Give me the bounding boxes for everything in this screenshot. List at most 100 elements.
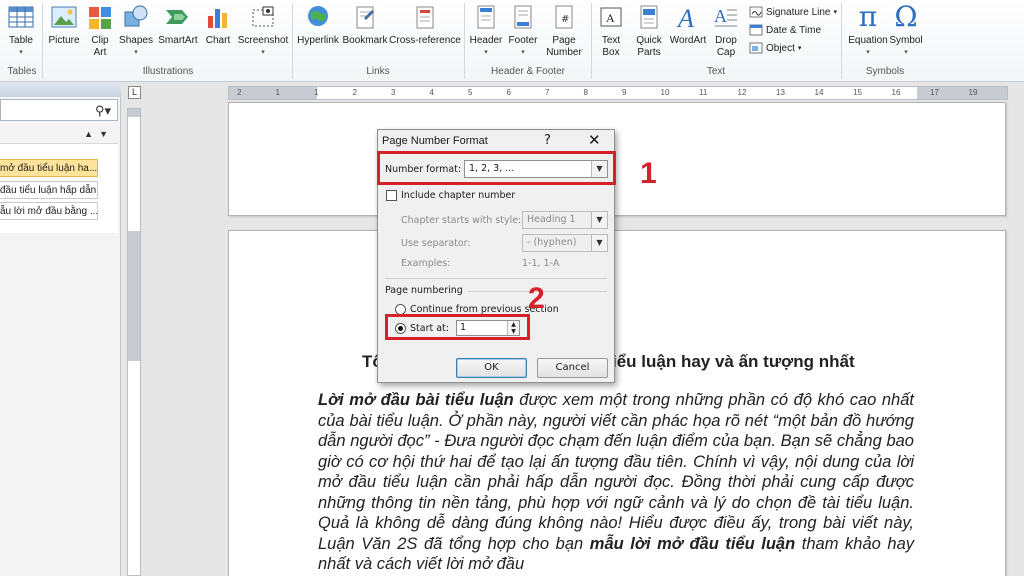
clip-art-button[interactable]: Clip Art bbox=[86, 2, 114, 59]
shapes-button[interactable]: Shapes ▾ bbox=[118, 2, 154, 59]
table-icon bbox=[7, 2, 35, 32]
page-number-button[interactable]: # Page Number bbox=[542, 2, 586, 59]
equation-button[interactable]: π Equation ▾ bbox=[845, 2, 891, 59]
header-footer-group-label: Header & Footer bbox=[491, 66, 565, 77]
document-page[interactable] bbox=[228, 102, 1006, 216]
examples-value: 1-1, 1-A bbox=[522, 258, 560, 269]
nav-heading-item[interactable]: ẫu lời mở đầu bằng ... bbox=[0, 202, 98, 220]
page-number-icon: # bbox=[550, 2, 578, 32]
ruler-number: 10 bbox=[660, 88, 670, 97]
date-time-icon bbox=[749, 24, 763, 36]
bookmark-button[interactable]: Bookmark bbox=[342, 2, 388, 47]
ruler-number: 13 bbox=[776, 88, 785, 97]
dialog-title: Page Number Format bbox=[382, 135, 488, 147]
document-body-paragraph[interactable]: Lời mở đầu bài tiểu luận được xem một tr… bbox=[318, 390, 914, 575]
text-box-icon: A bbox=[597, 2, 625, 32]
ruler-margin-top bbox=[128, 231, 140, 361]
quick-parts-button[interactable]: Quick Parts bbox=[632, 2, 666, 59]
quick-parts-icon bbox=[635, 2, 663, 32]
vertical-ruler[interactable] bbox=[127, 108, 141, 576]
examples-label: Examples: bbox=[401, 258, 451, 269]
page-numbering-label: Page numbering bbox=[385, 285, 463, 296]
ruler-number: 2 bbox=[237, 88, 242, 97]
ruler-number: 11 bbox=[699, 88, 708, 97]
hyperlink-button[interactable]: Hyperlink bbox=[295, 2, 341, 47]
picture-button[interactable]: Picture bbox=[47, 2, 81, 47]
include-chapter-checkbox[interactable] bbox=[386, 190, 397, 201]
clip-art-icon bbox=[86, 2, 114, 32]
smartart-button[interactable]: SmartArt bbox=[157, 2, 199, 47]
text-group-label: Text bbox=[706, 66, 726, 77]
header-button[interactable]: Header ▾ bbox=[468, 2, 504, 59]
navigation-pane-header bbox=[0, 83, 121, 97]
pi-icon: π bbox=[858, 0, 878, 33]
cross-reference-label: Cross-reference bbox=[389, 35, 461, 46]
shapes-icon bbox=[122, 2, 150, 32]
ruler-number: 12 bbox=[737, 88, 747, 97]
signature-line-button[interactable]: Signature Line ▾ bbox=[749, 4, 837, 20]
equation-label: Equation bbox=[848, 35, 888, 46]
help-icon[interactable]: ? bbox=[544, 133, 551, 148]
drop-cap-icon: A bbox=[712, 2, 740, 32]
signature-line-dropdown-icon: ▾ bbox=[833, 9, 838, 16]
symbol-button[interactable]: Ω Symbol ▾ bbox=[886, 2, 926, 59]
symbols-group-label: Symbols bbox=[865, 66, 905, 77]
horizontal-ruler[interactable]: 2 1 1 2 3 4 5 6 7 8 9 10 11 12 13 14 15 16 17 19 bbox=[228, 86, 1008, 100]
separator-value: - (hyphen) bbox=[527, 237, 577, 248]
table-label: Table bbox=[9, 35, 33, 46]
insert-ribbon: Table ▾ Tables Picture Clip Art Shapes ▾… bbox=[0, 0, 1024, 82]
annotation-marker-2: 2 bbox=[528, 282, 545, 315]
object-button[interactable]: Object ▾ bbox=[749, 40, 801, 56]
chapter-style-dropdown[interactable]: Heading 1 ▼ bbox=[522, 211, 608, 229]
search-icon[interactable]: ⚲▾ bbox=[95, 103, 111, 119]
separator-dropdown[interactable]: - (hyphen) ▼ bbox=[522, 234, 608, 252]
chevron-down-icon[interactable]: ▼ bbox=[591, 212, 607, 228]
screenshot-button[interactable]: Screenshot ▾ bbox=[237, 2, 289, 59]
nav-heading-item[interactable]: đầu tiểu luận hấp dẫn bbox=[0, 181, 98, 199]
smartart-label: SmartArt bbox=[158, 35, 198, 46]
cross-reference-button[interactable]: Cross-reference bbox=[389, 2, 461, 47]
equation-dropdown-icon: ▾ bbox=[866, 49, 870, 56]
footer-button[interactable]: Footer ▾ bbox=[506, 2, 540, 59]
ruler-number: 1 bbox=[275, 88, 280, 97]
navigation-search-input[interactable]: ⚲▾ bbox=[0, 99, 118, 121]
tables-group-label: Tables bbox=[7, 66, 37, 77]
text-box-button[interactable]: A Text Box bbox=[595, 2, 627, 59]
clip-art-label: Clip bbox=[91, 35, 109, 46]
date-time-label: Date & Time bbox=[766, 24, 822, 36]
omega-icon: Ω bbox=[894, 0, 918, 33]
body-bold-phrase: mẫu lời mở đầu tiểu luận bbox=[589, 534, 796, 553]
ruler-number: 9 bbox=[622, 88, 627, 97]
hyperlink-globe-icon bbox=[304, 2, 332, 32]
chart-label: Chart bbox=[205, 35, 231, 46]
navigation-arrows[interactable]: ▲▼ bbox=[84, 129, 114, 139]
highlight-box-number-format bbox=[377, 151, 616, 185]
chevron-down-icon[interactable]: ▼ bbox=[591, 235, 607, 251]
drop-cap-button[interactable]: A Drop Cap bbox=[710, 2, 742, 59]
cancel-button[interactable]: Cancel bbox=[537, 358, 608, 378]
wordart-button[interactable]: A WordArt bbox=[668, 2, 708, 47]
signature-line-label: Signature Line bbox=[766, 6, 831, 18]
chapter-style-value: Heading 1 bbox=[527, 214, 576, 225]
dialog-content: Number format: 1, 2, 3, ... ▼ Include ch… bbox=[378, 152, 614, 382]
shapes-label: Shapes bbox=[119, 35, 153, 46]
use-separator-label: Use separator: bbox=[401, 238, 471, 249]
include-chapter-label: Include chapter number bbox=[401, 190, 516, 201]
header-label: Header bbox=[469, 35, 503, 46]
wordart-label: WordArt bbox=[669, 35, 707, 46]
header-icon bbox=[472, 2, 500, 32]
close-icon[interactable]: ✕ bbox=[588, 131, 601, 149]
wordart-icon: A bbox=[674, 2, 702, 32]
footer-dropdown-icon: ▾ bbox=[521, 49, 525, 56]
navigation-heading-list: mở đầu tiểu luận ha... đầu tiểu luận hấp… bbox=[0, 143, 118, 233]
table-button[interactable]: Table ▾ bbox=[6, 2, 36, 59]
chart-button[interactable]: Chart bbox=[203, 2, 233, 47]
quick-parts-label: Quick bbox=[636, 35, 662, 46]
body-bold-phrase: Lời mở đầu bài tiểu luận bbox=[318, 391, 514, 409]
date-time-button[interactable]: Date & Time bbox=[749, 22, 821, 38]
text-box-label-line2: Box bbox=[602, 47, 620, 58]
tab-selector[interactable]: L bbox=[128, 86, 141, 99]
links-group-label: Links bbox=[366, 66, 390, 77]
ok-button[interactable]: OK bbox=[456, 358, 527, 378]
nav-heading-item[interactable]: mở đầu tiểu luận ha... bbox=[0, 159, 98, 177]
